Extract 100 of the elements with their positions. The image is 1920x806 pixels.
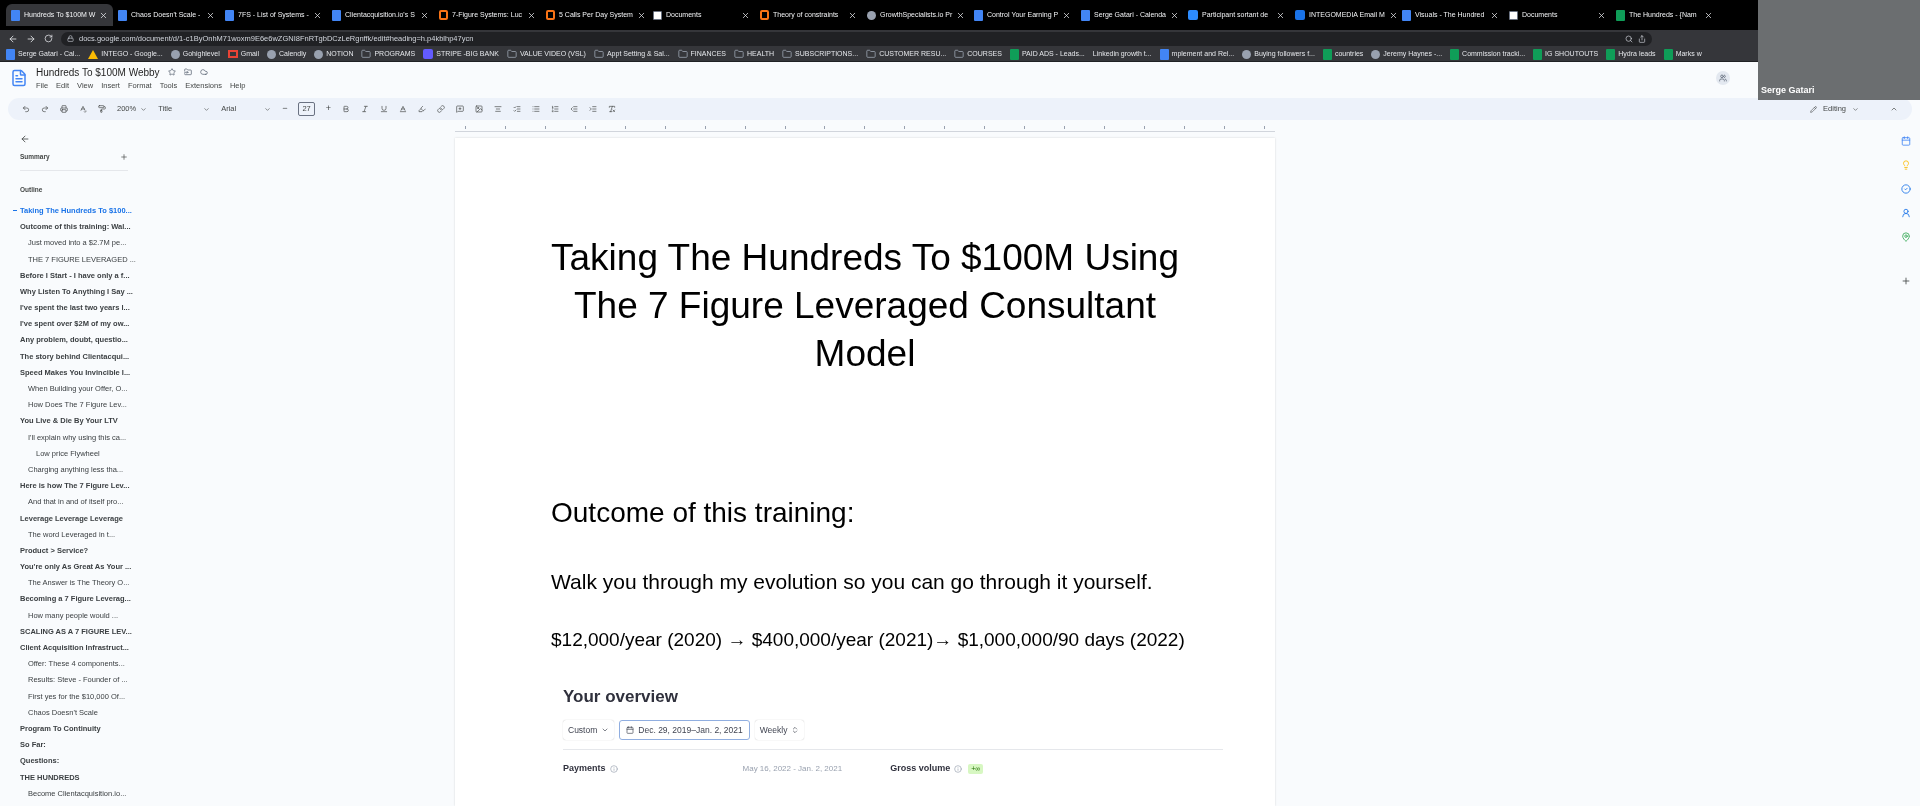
close-icon[interactable] — [1490, 10, 1499, 20]
close-icon[interactable] — [206, 10, 215, 20]
folder-icon — [677, 49, 688, 59]
indent-increase-icon[interactable] — [589, 105, 598, 113]
search-icon[interactable] — [1625, 34, 1633, 43]
gross-volume-label: Gross volume — [890, 762, 951, 776]
checklist-icon[interactable] — [513, 105, 522, 113]
collapse-icon[interactable] — [1890, 105, 1898, 113]
back-icon[interactable] — [8, 33, 18, 44]
lock-icon — [67, 35, 74, 42]
reload-icon[interactable] — [44, 34, 53, 43]
spreadsheet-icon — [1533, 48, 1543, 60]
heading: Outcome of this training: — [551, 496, 856, 530]
paragraph: Walk you through my evolution so you can go through it yourself. — [551, 569, 1154, 595]
add-icon[interactable] — [120, 152, 128, 161]
calendar-icon[interactable] — [1901, 136, 1911, 146]
clear-formatting-icon[interactable] — [608, 105, 617, 113]
folder-icon — [954, 49, 965, 59]
participant-name: Serge Gatari — [1761, 83, 1815, 97]
document-icon — [6, 48, 15, 60]
add-icon[interactable] — [1901, 276, 1911, 286]
meet-button[interactable] — [1716, 71, 1730, 85]
document-icon — [11, 9, 20, 21]
undo-icon[interactable] — [22, 105, 30, 113]
close-icon[interactable] — [420, 10, 429, 20]
info-icon — [609, 765, 618, 773]
document-icon — [1159, 48, 1169, 60]
move-icon[interactable] — [183, 68, 192, 77]
close-icon[interactable] — [99, 10, 109, 20]
text-color-icon[interactable] — [399, 105, 408, 113]
spreadsheet-icon — [1606, 48, 1616, 60]
decrease-size-button[interactable]: − — [282, 102, 288, 116]
docs-logo-icon[interactable] — [10, 69, 28, 87]
close-icon[interactable] — [636, 10, 646, 20]
document-title-text: Taking The Hundreds To $100M Using The 7 Figure Leveraged Consultant Model — [551, 236, 1179, 376]
document-icon — [332, 9, 341, 21]
document-icon — [1081, 9, 1090, 21]
star-icon[interactable] — [167, 68, 176, 77]
globe-icon — [1242, 49, 1252, 59]
comment-icon[interactable] — [456, 105, 465, 113]
image-icon[interactable] — [475, 105, 484, 113]
info-icon — [954, 765, 963, 773]
close-icon[interactable] — [1276, 10, 1285, 20]
spreadsheet-icon — [1663, 48, 1673, 60]
print-icon[interactable] — [60, 105, 68, 113]
close-icon[interactable] — [527, 10, 536, 20]
spreadsheet-icon — [1322, 48, 1332, 60]
close-icon[interactable] — [313, 10, 322, 20]
close-icon[interactable] — [1062, 10, 1072, 20]
close-icon[interactable] — [1170, 10, 1179, 20]
link-icon[interactable] — [437, 105, 446, 113]
folder-icon — [866, 49, 877, 59]
document-icon — [1402, 9, 1411, 21]
forward-icon[interactable] — [26, 33, 36, 44]
close-icon[interactable] — [1388, 10, 1398, 20]
redo-icon[interactable] — [41, 105, 49, 113]
tasks-icon[interactable] — [1901, 184, 1911, 194]
video-icon — [1188, 10, 1198, 20]
caret-icon — [203, 105, 211, 113]
interval-dropdown[interactable]: Weekly — [754, 719, 805, 741]
close-icon[interactable] — [741, 10, 750, 20]
document-icon — [974, 9, 983, 21]
document-title[interactable]: Hundreds To $100M Webby — [36, 64, 160, 80]
play-icon — [1295, 10, 1305, 20]
close-icon[interactable] — [848, 10, 857, 20]
highlighter-icon[interactable] — [418, 105, 427, 113]
up-down-caret-icon — [791, 725, 800, 734]
align-icon[interactable] — [494, 105, 503, 113]
back-icon[interactable] — [20, 134, 30, 144]
spreadsheet-icon — [1009, 48, 1019, 60]
notion-icon — [653, 10, 662, 20]
bullet-list-icon[interactable] — [532, 105, 541, 113]
paint-roller-icon[interactable] — [98, 105, 106, 113]
document-icon — [225, 9, 234, 21]
pencil-icon — [1810, 105, 1818, 113]
close-icon[interactable] — [1704, 10, 1713, 20]
notion-icon — [1509, 10, 1518, 20]
globe-icon — [867, 10, 876, 20]
bold-icon[interactable] — [342, 105, 351, 113]
close-icon[interactable] — [1597, 10, 1606, 20]
increase-size-button[interactable]: + — [325, 102, 332, 116]
globe-icon — [170, 49, 180, 59]
italic-icon[interactable] — [361, 105, 370, 113]
spreadsheet-icon — [1616, 9, 1625, 21]
cloud-icon[interactable] — [199, 68, 208, 77]
underline-icon[interactable] — [380, 105, 389, 113]
spreadsheet-icon — [1450, 48, 1460, 60]
paragraph: $12,000/year (2020) → $400,000/year (2021)→ $1,000,000/90 days (2022) — [551, 628, 1185, 652]
close-icon[interactable] — [956, 10, 966, 20]
current-marker — [13, 210, 17, 212]
spellcheck-icon[interactable] — [79, 105, 87, 113]
date-range-field[interactable]: Dec. 29, 2019–Jan. 2, 2021 — [619, 719, 750, 741]
range-dropdown[interactable]: Custom — [563, 719, 615, 741]
map-pin-icon[interactable] — [1901, 232, 1911, 242]
numbered-list-icon[interactable] — [551, 105, 560, 113]
share-icon[interactable] — [1638, 34, 1646, 43]
globe-icon — [266, 49, 276, 59]
mail-icon — [227, 50, 238, 58]
indent-decrease-icon[interactable] — [570, 105, 579, 113]
contacts-icon[interactable] — [1901, 208, 1911, 218]
